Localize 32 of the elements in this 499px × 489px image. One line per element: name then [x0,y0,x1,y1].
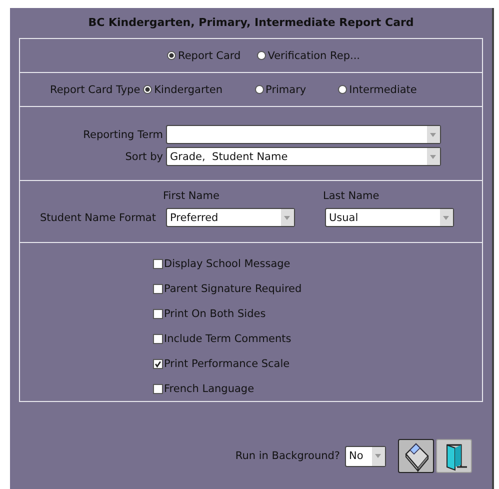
first-name-dropdown[interactable]: Preferred [166,208,295,227]
checkbox[interactable] [153,358,163,368]
reporting-term-dropdown[interactable] [166,125,441,144]
radio-option[interactable]: Kindergarten [143,84,223,96]
field-label: Reporting Term [82,128,163,140]
checkbox[interactable] [153,334,163,344]
exit-button[interactable] [436,439,472,473]
radio-option[interactable]: Intermediate [338,84,417,96]
column-label: First Name [163,190,220,204]
checkbox[interactable] [153,258,163,268]
column-label: Last Name [323,190,380,204]
checkbox-label: Parent Signature Required [164,282,302,294]
dialog-title: BC Kindergarten, Primary, Intermediate Report Card [88,15,414,31]
checkbox-label: Print On Both Sides [164,308,266,320]
checkbox-label: Display School Message [164,258,290,270]
checkbox-label: Print Performance Scale [164,358,290,370]
run-in-background-dropdown[interactable]: No [345,446,386,466]
radio-option[interactable]: Primary [254,84,306,96]
field-label: Student Name Format [40,212,157,224]
radio-option[interactable]: Verification Rep... [256,50,360,62]
checkbox[interactable] [153,308,163,318]
checkbox[interactable] [153,284,163,294]
checkbox-label: French Language [164,382,254,394]
field-label: Report Card Type [50,84,140,96]
checkbox-label: Include Term Comments [164,332,292,344]
checkbox[interactable] [153,384,163,394]
field-label: Run in Background? [235,450,340,462]
last-name-dropdown[interactable]: Usual [325,208,454,227]
sort-by-dropdown[interactable]: Grade, Student Name [166,147,441,166]
print-button[interactable] [398,439,434,473]
radio-option[interactable]: Report Card [167,50,241,62]
field-label: Sort by [124,150,163,162]
